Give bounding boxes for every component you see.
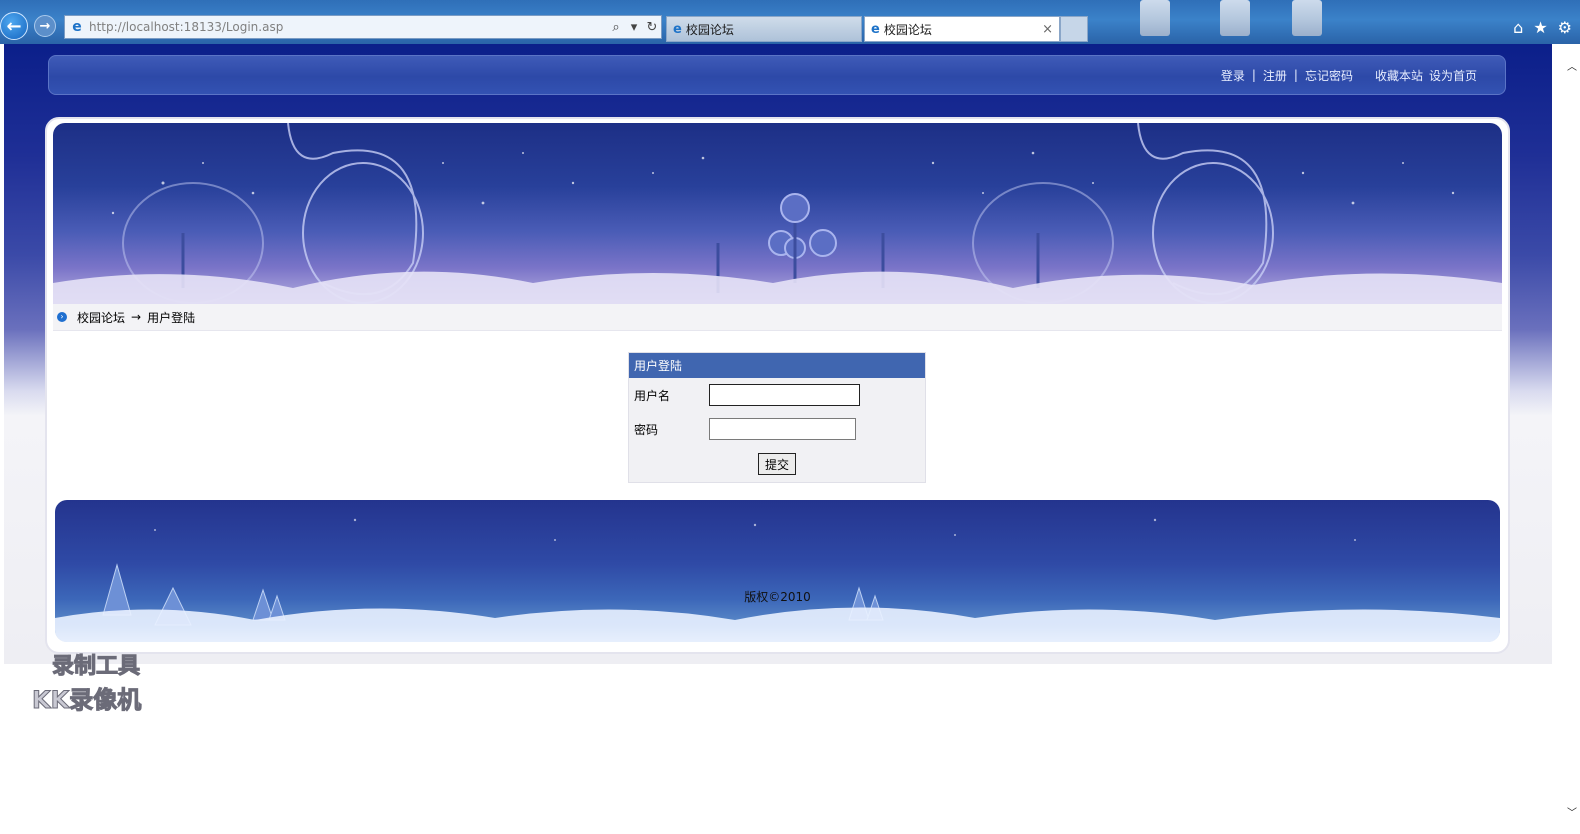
browser-tab[interactable]: e 校园论坛: [666, 16, 862, 42]
scroll-up-icon[interactable]: ︿: [1567, 58, 1577, 73]
address-bar[interactable]: e http://localhost:18133/Login.asp ⌕ ▾ ↻: [64, 15, 662, 39]
vertical-scrollbar[interactable]: ︿ ﹀: [1564, 44, 1580, 834]
browser-toolbar: ← → e http://localhost:18133/Login.asp ⌕…: [0, 0, 1580, 44]
desktop-file-icon: [1220, 0, 1250, 36]
login-panel-title: 用户登陆: [629, 353, 925, 378]
top-link-bar: 登录 | 注册 | 忘记密码 收藏本站 设为首页: [48, 55, 1506, 95]
ie-tab-icon: e: [673, 21, 682, 37]
breadcrumb-current: 用户登陆: [147, 310, 196, 325]
desktop-file-icon: [1292, 0, 1322, 36]
settings-icon[interactable]: ⚙: [1558, 18, 1572, 37]
refresh-icon[interactable]: ↻: [643, 20, 661, 35]
breadcrumb-arrow: →: [131, 310, 142, 324]
close-tab-icon[interactable]: ×: [1042, 22, 1053, 37]
password-input[interactable]: [709, 418, 856, 440]
set-homepage-link[interactable]: 设为首页: [1429, 67, 1477, 84]
register-link[interactable]: 注册: [1263, 67, 1287, 84]
watermark-line2: KK录像机: [32, 686, 142, 715]
new-tab-button[interactable]: [1060, 16, 1088, 42]
separator: |: [1251, 68, 1256, 82]
submit-button[interactable]: 提交: [758, 453, 796, 475]
login-link[interactable]: 登录: [1221, 67, 1245, 84]
back-button[interactable]: ←: [0, 12, 28, 40]
separator: |: [1293, 68, 1298, 82]
header-banner-image: [53, 123, 1502, 304]
password-label: 密码: [634, 422, 659, 437]
address-url[interactable]: http://localhost:18133/Login.asp: [89, 20, 607, 34]
login-panel: 用户登陆 用户名 密码 提交: [628, 352, 926, 483]
ie-page-icon: e: [72, 19, 82, 35]
scroll-down-icon[interactable]: ﹀: [1567, 804, 1577, 819]
footer-banner: 版权©2010: [55, 500, 1500, 642]
home-icon[interactable]: ⌂: [1513, 18, 1523, 37]
arrow-circle-icon: ›: [57, 312, 67, 322]
favorites-icon[interactable]: ★: [1533, 18, 1547, 37]
username-label: 用户名: [634, 388, 671, 403]
browser-tab-active[interactable]: e 校园论坛 ×: [864, 16, 1060, 42]
search-icon[interactable]: ⌕: [607, 20, 625, 35]
forward-button[interactable]: →: [34, 15, 56, 37]
forgot-password-link[interactable]: 忘记密码: [1305, 67, 1353, 84]
tab-title: 校园论坛: [685, 22, 734, 37]
ie-tab-icon: e: [871, 21, 880, 37]
recorder-watermark-logo: 录制工具 KK录像机: [32, 648, 172, 715]
dropdown-icon[interactable]: ▾: [625, 20, 643, 35]
desktop-file-icon: [1140, 0, 1170, 36]
tab-title: 校园论坛: [883, 22, 932, 37]
username-input[interactable]: [709, 384, 860, 406]
copyright-text: 版权©2010: [744, 590, 811, 604]
watermark-line1: 录制工具: [52, 654, 141, 680]
breadcrumb: › 校园论坛 → 用户登陆: [53, 304, 1502, 331]
breadcrumb-home-link[interactable]: 校园论坛: [77, 309, 125, 326]
bookmark-site-link[interactable]: 收藏本站: [1375, 67, 1423, 84]
